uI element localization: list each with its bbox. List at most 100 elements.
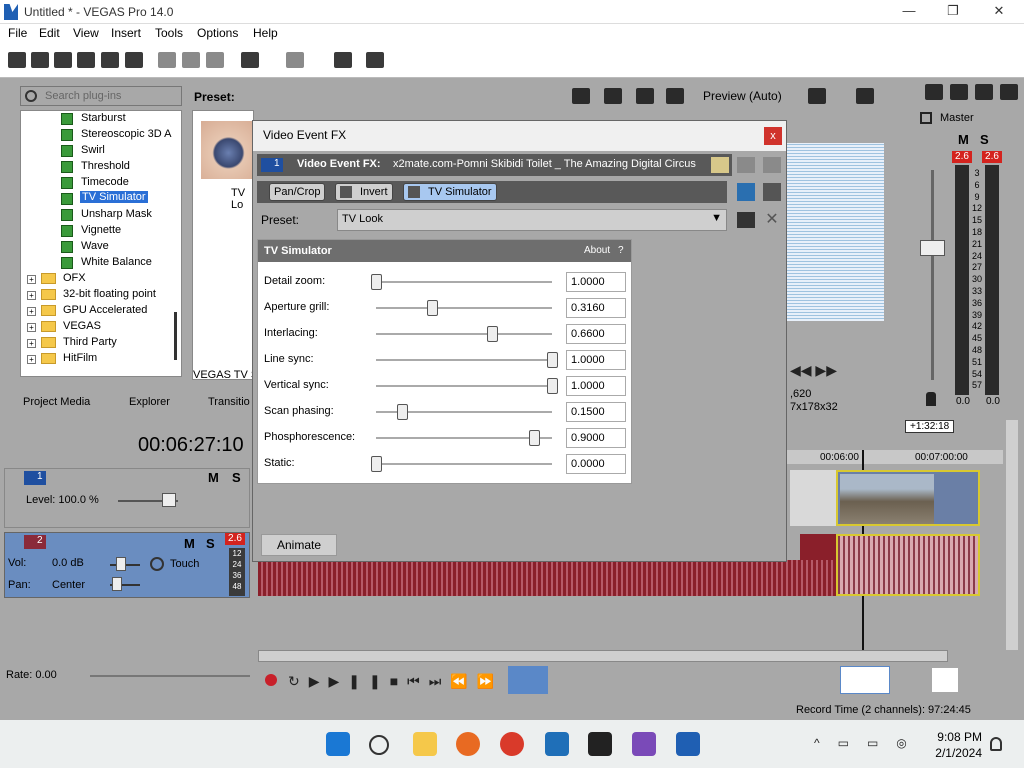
- render-icon[interactable]: [101, 52, 119, 68]
- param-slider-thumb[interactable]: [547, 352, 558, 368]
- notepad-icon[interactable]: [545, 732, 569, 756]
- checkbox-icon[interactable]: [340, 186, 352, 198]
- menu-view[interactable]: View: [73, 26, 99, 40]
- param-slider-track[interactable]: [376, 281, 552, 283]
- preview-quality-dropdown[interactable]: Preview (Auto): [703, 89, 782, 103]
- redo-icon[interactable]: [286, 52, 304, 68]
- add-fx-icon[interactable]: [737, 183, 755, 201]
- paste-icon[interactable]: [206, 52, 224, 68]
- menu-file[interactable]: File: [8, 26, 27, 40]
- param-slider-thumb[interactable]: [426, 300, 438, 316]
- prev-next-frame-icon[interactable]: ◀◀ ▶▶: [790, 362, 837, 379]
- param-slider-thumb[interactable]: [529, 430, 541, 446]
- dialog-close-button[interactable]: x: [764, 127, 782, 145]
- master-mixer-icon[interactable]: [1000, 84, 1018, 100]
- preset-dropdown[interactable]: TV Look ▼: [337, 209, 727, 231]
- menu-tools[interactable]: Tools: [155, 26, 183, 40]
- param-value-input[interactable]: 0.3160: [566, 298, 626, 318]
- param-slider-thumb[interactable]: [397, 404, 409, 420]
- fx-plugin-chooser-icon[interactable]: [763, 183, 781, 201]
- open-folder-icon[interactable]: [31, 52, 49, 68]
- preview-fx-icon[interactable]: [666, 88, 684, 104]
- tab-explorer[interactable]: Explorer: [129, 396, 170, 408]
- tab-transitions[interactable]: Transitio: [208, 396, 250, 408]
- menu-edit[interactable]: Edit: [39, 26, 60, 40]
- master-fx-icon[interactable]: [950, 84, 968, 100]
- file-explorer-icon[interactable]: [413, 732, 437, 756]
- maximize-button[interactable]: ❐: [944, 3, 962, 21]
- fx-layout-compact-icon[interactable]: [737, 157, 755, 173]
- whats-this-help-icon[interactable]: [366, 52, 384, 68]
- new-file-icon[interactable]: [8, 52, 26, 68]
- preset-preview-area[interactable]: TV Lo: [192, 110, 256, 380]
- preview-settings-gear-icon[interactable]: [572, 88, 590, 104]
- 7zip-icon[interactable]: [588, 732, 612, 756]
- cut-icon[interactable]: [158, 52, 176, 68]
- save-icon[interactable]: [54, 52, 72, 68]
- system-tray-icons[interactable]: ^▭▭◎: [814, 736, 925, 750]
- automation-gear-icon[interactable]: [150, 557, 164, 571]
- transport-controls-icon[interactable]: ↻▶▶❚❚■⏮⏭⏪⏩: [288, 673, 503, 690]
- chain-invert[interactable]: Invert: [335, 183, 393, 201]
- chain-tv-simulator[interactable]: TV Simulator: [403, 183, 497, 201]
- param-slider-thumb[interactable]: [371, 456, 382, 472]
- save-preset-icon[interactable]: [737, 212, 755, 228]
- param-slider-track[interactable]: [376, 359, 552, 361]
- chrome-icon[interactable]: [500, 732, 524, 756]
- param-value-input[interactable]: 0.0000: [566, 454, 626, 474]
- param-value-input[interactable]: 0.9000: [566, 428, 626, 448]
- menu-help[interactable]: Help: [253, 26, 278, 40]
- search-input[interactable]: Search plug-ins: [20, 86, 182, 106]
- minimize-button[interactable]: —: [900, 3, 918, 21]
- param-slider-thumb[interactable]: [487, 326, 499, 342]
- tree-scrollbar[interactable]: [174, 312, 177, 360]
- menu-insert[interactable]: Insert: [111, 26, 141, 40]
- overlays-grid-icon[interactable]: [808, 88, 826, 104]
- save-as-icon[interactable]: [77, 52, 95, 68]
- param-slider-track[interactable]: [376, 463, 552, 465]
- animate-button[interactable]: Animate: [261, 534, 337, 556]
- track2-vol-handle[interactable]: [116, 557, 126, 571]
- visual-studio-icon[interactable]: [632, 732, 656, 756]
- copy-snapshot-icon[interactable]: [856, 88, 874, 104]
- lock-icon[interactable]: [926, 392, 936, 406]
- timeline-horizontal-scrollbar[interactable]: [258, 650, 948, 662]
- snapping-icon[interactable]: [840, 666, 890, 694]
- undo-icon[interactable]: [241, 52, 259, 68]
- param-value-input[interactable]: 0.1500: [566, 402, 626, 422]
- copy-icon[interactable]: [182, 52, 200, 68]
- track1-solo-button[interactable]: S: [232, 470, 241, 485]
- rate-slider[interactable]: [90, 675, 250, 677]
- vegas-taskbar-icon[interactable]: [676, 732, 700, 756]
- master-mute-button[interactable]: M: [958, 132, 969, 147]
- external-monitor-icon[interactable]: [604, 88, 622, 104]
- param-slider-track[interactable]: [376, 437, 552, 439]
- chain-pan-crop[interactable]: Pan/Crop: [269, 183, 326, 201]
- param-slider-track[interactable]: [376, 307, 552, 309]
- param-slider-thumb[interactable]: [547, 378, 558, 394]
- audio-event-waveform[interactable]: [258, 560, 836, 596]
- plugin-tree[interactable]: Starburst Stereoscopic 3D A Swirl Thresh…: [20, 110, 182, 377]
- fx-layout-list-icon[interactable]: [711, 157, 729, 173]
- close-window-button[interactable]: ✕: [990, 3, 1008, 21]
- delete-preset-icon[interactable]: ✕: [763, 212, 781, 228]
- audio-event-selected[interactable]: [836, 534, 980, 596]
- track2-pan-handle[interactable]: [112, 577, 122, 591]
- video-event-clip[interactable]: [836, 470, 980, 526]
- preset-thumbnail[interactable]: [201, 121, 256, 179]
- menu-options[interactable]: Options: [197, 26, 238, 40]
- fx-icon[interactable]: [334, 52, 352, 68]
- record-icon[interactable]: [265, 674, 277, 686]
- video-event-clip-prev[interactable]: [790, 470, 836, 526]
- master-downmix-icon[interactable]: [975, 84, 993, 100]
- master-solo-button[interactable]: S: [980, 132, 989, 147]
- param-slider-track[interactable]: [376, 385, 552, 387]
- search-taskbar-icon[interactable]: [369, 735, 389, 755]
- normal-edit-tool-icon[interactable]: [508, 666, 548, 694]
- track2-mute-button[interactable]: M: [184, 536, 195, 551]
- param-slider-track[interactable]: [376, 333, 552, 335]
- audio-event-prev[interactable]: [800, 534, 836, 560]
- param-slider-thumb[interactable]: [371, 274, 382, 290]
- param-value-input[interactable]: 0.6600: [566, 324, 626, 344]
- param-value-input[interactable]: 1.0000: [566, 272, 626, 292]
